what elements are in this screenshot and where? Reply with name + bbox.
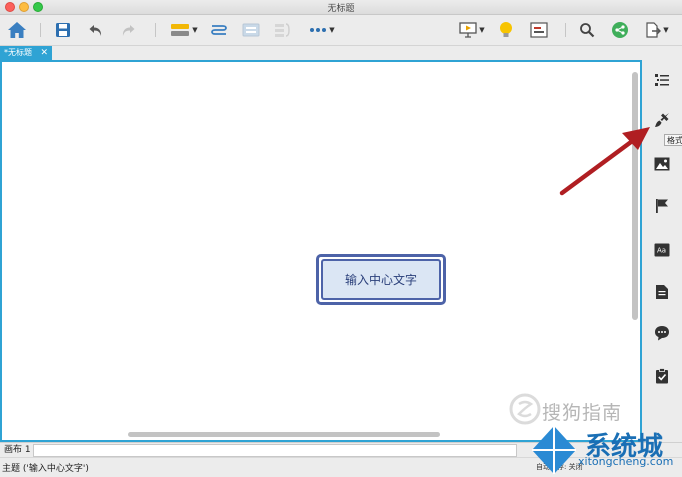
side-panel: Aa bbox=[642, 60, 682, 442]
layout-icon bbox=[530, 22, 548, 38]
boundary-button[interactable] bbox=[240, 19, 262, 41]
presentation-button[interactable]: ▼ bbox=[456, 19, 488, 41]
image-icon bbox=[654, 157, 670, 171]
central-topic-label: 输入中心文字 bbox=[321, 259, 441, 300]
export-icon bbox=[646, 22, 662, 38]
search-icon bbox=[580, 23, 595, 38]
relationship-button[interactable] bbox=[208, 19, 230, 41]
window-titlebar: 无标题 bbox=[0, 0, 682, 15]
save-icon bbox=[56, 23, 70, 37]
toolbar-separator bbox=[565, 23, 566, 37]
summary-icon bbox=[275, 23, 290, 37]
notes-panel-button[interactable] bbox=[652, 282, 672, 302]
svg-text:Aa: Aa bbox=[657, 247, 666, 255]
export-button[interactable]: ▼ bbox=[641, 19, 673, 41]
sheet-tab-strip bbox=[33, 444, 517, 457]
mindmap-canvas[interactable] bbox=[0, 60, 642, 442]
redo-icon bbox=[122, 25, 135, 36]
home-button[interactable] bbox=[6, 19, 28, 41]
sogou-watermark-text: 搜狗指南 bbox=[542, 402, 623, 424]
undo-icon bbox=[89, 25, 102, 36]
xitongcheng-watermark-url: xitongcheng.com bbox=[578, 455, 674, 468]
window-title: 无标题 bbox=[327, 4, 355, 14]
share-button[interactable] bbox=[610, 19, 630, 41]
clipboard-check-icon bbox=[656, 368, 668, 384]
layout-button[interactable] bbox=[528, 19, 550, 41]
sheet-tab[interactable]: 画布 1 bbox=[4, 443, 31, 457]
chevron-down-icon: ▼ bbox=[479, 26, 485, 34]
undo-button[interactable] bbox=[86, 19, 106, 41]
structure-button[interactable]: ▼ bbox=[168, 19, 200, 41]
more-button[interactable]: ▼ bbox=[306, 19, 338, 41]
main-toolbar: ▼ ▼ ▼ ▼ bbox=[0, 15, 682, 46]
horizontal-scrollbar[interactable] bbox=[128, 432, 440, 437]
paintbrush-icon bbox=[655, 113, 669, 127]
format-tooltip: 格式 bbox=[664, 134, 682, 146]
chevron-down-icon: ▼ bbox=[663, 26, 669, 34]
boundary-icon bbox=[242, 23, 260, 37]
document-tab[interactable]: *无标题 ✕ bbox=[0, 46, 52, 60]
summary-button[interactable] bbox=[271, 19, 293, 41]
outline-panel-button[interactable] bbox=[652, 70, 672, 90]
relationship-icon bbox=[211, 25, 227, 35]
text-panel-button[interactable]: Aa bbox=[652, 240, 672, 260]
image-panel-button[interactable] bbox=[652, 154, 672, 174]
vertical-scrollbar[interactable] bbox=[632, 72, 638, 320]
idea-button[interactable] bbox=[496, 19, 516, 41]
share-icon bbox=[612, 22, 628, 38]
toolbar-separator bbox=[40, 23, 41, 37]
text-style-icon: Aa bbox=[654, 243, 670, 257]
chevron-down-icon: ▼ bbox=[192, 26, 198, 34]
status-selected-topic: 主题 ('输入中心文字') bbox=[2, 464, 89, 474]
flag-icon bbox=[656, 199, 668, 213]
marker-panel-button[interactable] bbox=[652, 196, 672, 216]
toolbar-separator bbox=[155, 23, 156, 37]
save-button[interactable] bbox=[53, 19, 73, 41]
outline-icon bbox=[655, 74, 669, 86]
lightbulb-icon bbox=[500, 22, 512, 37]
presentation-icon bbox=[459, 22, 477, 38]
document-tab-label: *无标题 bbox=[4, 48, 32, 57]
document-tab-row: *无标题 ✕ bbox=[0, 46, 682, 60]
search-button[interactable] bbox=[577, 19, 597, 41]
comment-icon bbox=[655, 326, 669, 341]
home-icon bbox=[8, 22, 26, 38]
close-icon[interactable]: ✕ bbox=[40, 46, 48, 60]
chevron-down-icon: ▼ bbox=[329, 26, 335, 34]
task-panel-button[interactable] bbox=[652, 366, 672, 386]
more-icon bbox=[310, 28, 327, 32]
structure-icon bbox=[171, 24, 190, 36]
redo-button[interactable] bbox=[118, 19, 138, 41]
comments-panel-button[interactable] bbox=[652, 323, 672, 343]
notes-icon bbox=[656, 285, 668, 299]
central-topic[interactable]: 输入中心文字 bbox=[316, 254, 446, 305]
format-panel-button[interactable] bbox=[652, 110, 672, 130]
